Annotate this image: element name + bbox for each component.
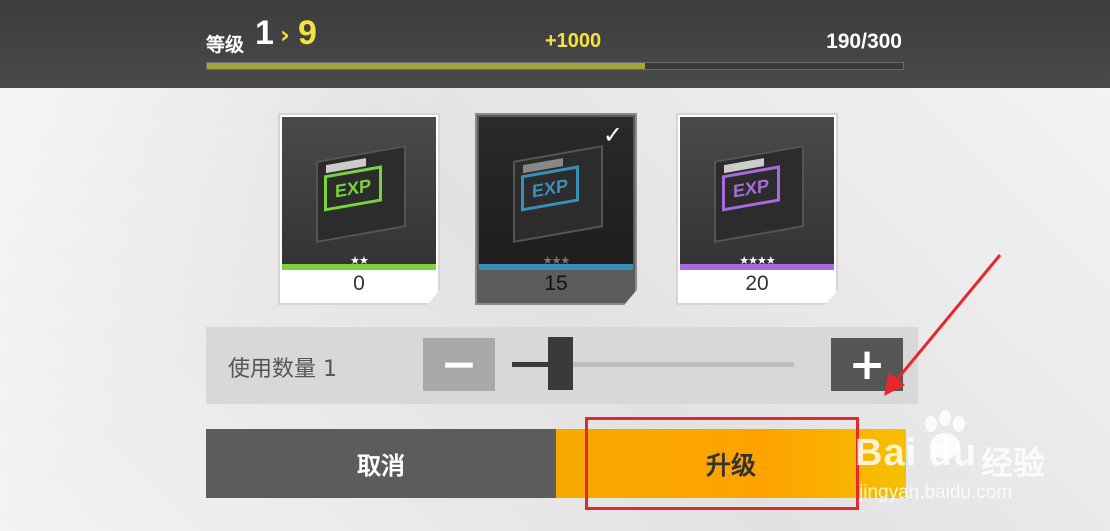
quantity-panel: 使用数量 1 − + [206,327,918,404]
cancel-button[interactable]: 取消 [206,429,556,498]
plus-icon: + [848,338,886,390]
slider-handle[interactable] [548,337,573,390]
minus-icon: − [440,338,478,390]
card-image: EXP ★★★★ [680,117,834,270]
exp-card-4star[interactable]: EXP ★★★★ 20 [676,113,838,305]
exp-chip-icon: EXP [316,145,406,243]
exp-card-2star[interactable]: EXP ★★ 0 [278,113,440,305]
rarity-strip [479,264,633,270]
card-count: 15 [544,272,568,295]
chip-label: EXP [521,165,579,212]
minus-button[interactable]: − [423,338,495,391]
exp-progress-fill [207,63,646,69]
level-header: 等级 1 › 9 +1000 190/300 [0,0,1110,88]
card-image: EXP ★★★ ✓ [479,117,633,270]
slider-fill [512,362,549,367]
card-count: 0 [353,272,365,295]
card-count: 20 [745,272,769,295]
exp-gain: +1000 [545,30,602,52]
chip-label: EXP [324,165,382,212]
level-label: 等级 [206,34,245,56]
watermark-cn: 经验 [981,444,1046,482]
level-to: 9 [298,14,317,52]
watermark-logo: Bai du [855,432,978,474]
plus-button[interactable]: + [831,338,903,391]
exp-chip-icon: EXP [714,145,804,243]
chip-label: EXP [722,165,780,212]
exp-total: 190/300 [826,30,902,53]
exp-card-3star[interactable]: EXP ★★★ ✓ 15 [475,113,637,305]
level-arrow-icon: › [280,21,290,49]
rarity-strip [282,264,436,270]
annotation-highlight-box [585,417,859,510]
checkmark-icon: ✓ [602,121,623,149]
card-image: EXP ★★ [282,117,436,270]
exp-progress-bar [206,62,904,70]
baidu-watermark: Bai du 经验 jingyan.baidu.com [855,408,1105,518]
quantity-label: 使用数量 1 [228,357,337,382]
exp-chip-icon: EXP [513,145,603,243]
watermark-url: jingyan.baidu.com [859,482,1013,503]
level-from: 1 [255,14,274,52]
rarity-strip [680,264,834,270]
